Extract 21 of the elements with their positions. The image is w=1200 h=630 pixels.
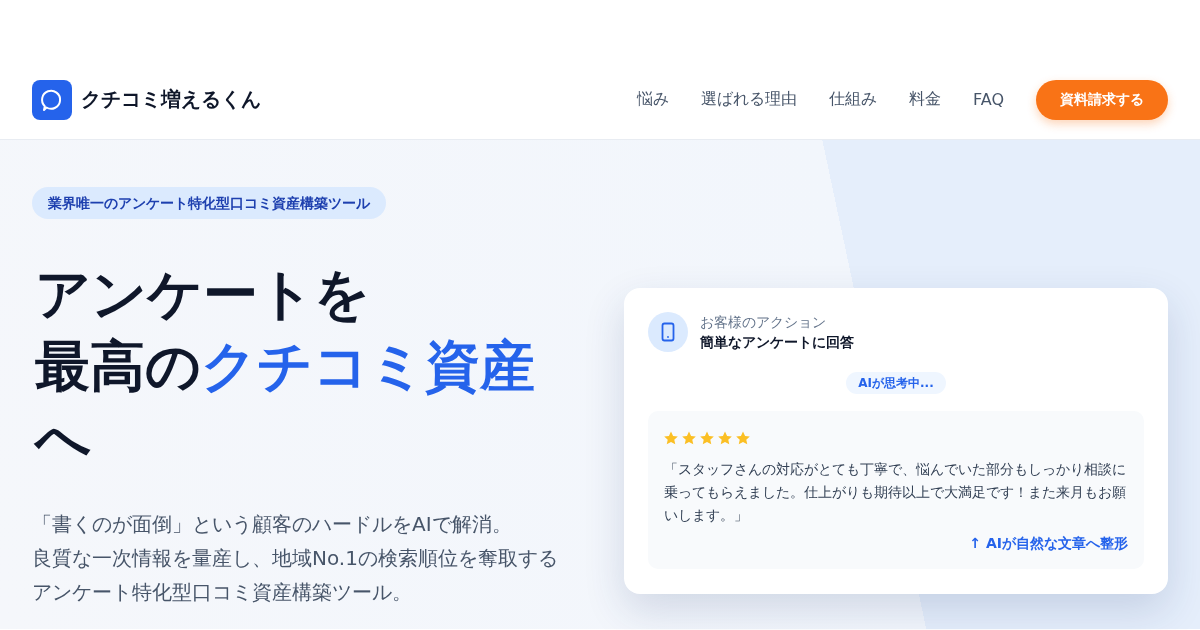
star-icon bbox=[664, 431, 678, 445]
nav-link[interactable]: 選ばれる理由 bbox=[701, 89, 797, 110]
star-icon bbox=[682, 431, 696, 445]
nav-link[interactable]: 悩み bbox=[637, 89, 669, 110]
star-icon bbox=[736, 431, 750, 445]
status-pill: AIが思考中... bbox=[846, 372, 946, 394]
step-title: 簡単なアンケートに回答 bbox=[700, 333, 854, 352]
step-label: お客様のアクション bbox=[700, 313, 827, 332]
review-text: 「スタッフさんの対応がとても丁寧で、悩んでいた部分もしっかり相談に乗ってもらえました。仕上がりも期待以上で大満足です！また来月もお願いします。」 bbox=[664, 460, 1127, 525]
chat-bubble-logo-icon bbox=[32, 79, 72, 120]
ai-format-note: ↑ AIが自然な文章へ整形 bbox=[969, 535, 1128, 551]
hero-description: 「書くのが面倒」という顧客のハードルをAIで解消。 良質な一次情報を量産し、地域No.1の検索順位を奪取する アンケート特化型口コミ資産構築ツール。 bbox=[32, 511, 559, 606]
smartphone-icon bbox=[648, 312, 688, 352]
star-icon bbox=[718, 431, 732, 445]
star-icon bbox=[700, 431, 714, 445]
hero-heading: アンケートを 最高のクチコミ資産 へ bbox=[35, 261, 536, 472]
nav-link[interactable]: FAQ bbox=[973, 90, 1004, 109]
nav-link[interactable]: 料金 bbox=[909, 89, 941, 110]
nav-link[interactable]: 仕組み bbox=[829, 89, 877, 110]
brand-name[interactable]: クチコミ増えるくん bbox=[81, 86, 261, 113]
tagline-badge: 業界唯一のアンケート特化型口コミ資産構築ツール bbox=[32, 187, 386, 219]
